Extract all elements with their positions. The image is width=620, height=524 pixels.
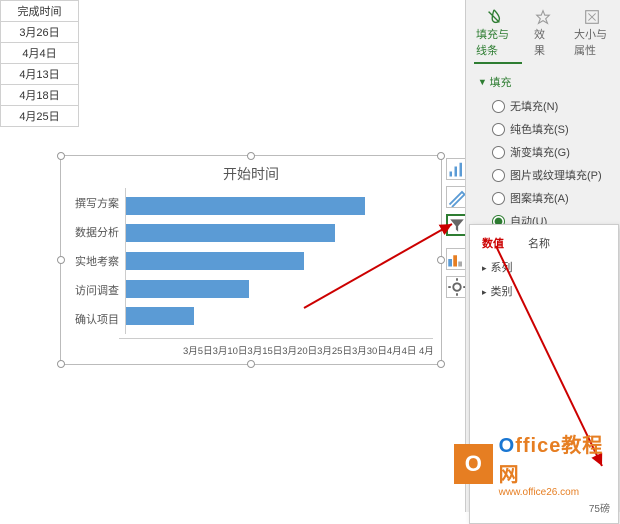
tab-label: 大小与属性 xyxy=(574,26,610,58)
radio-gradient-fill[interactable]: 渐变填充(G) xyxy=(492,144,606,160)
bar[interactable] xyxy=(126,280,249,298)
logo-url: www.office26.com xyxy=(499,487,620,498)
tab-size-prop[interactable]: 大小与属性 xyxy=(574,8,610,58)
radio-no-fill[interactable]: 无填充(N) xyxy=(492,98,606,114)
tab-label: 效果 xyxy=(534,26,552,58)
resize-handle[interactable] xyxy=(437,256,445,264)
popup-tab-value[interactable]: 数值 xyxy=(482,235,504,251)
resize-handle[interactable] xyxy=(247,152,255,160)
bar[interactable] xyxy=(126,252,304,270)
column-header[interactable]: 完成时间 xyxy=(1,1,79,22)
resize-handle[interactable] xyxy=(437,152,445,160)
resize-handle[interactable] xyxy=(57,152,65,160)
logo-badge: O xyxy=(454,444,493,484)
popup-tab-name[interactable]: 名称 xyxy=(528,235,550,251)
chart-plot-area[interactable] xyxy=(125,188,433,334)
radio-picture-fill[interactable]: 图片或纹理填充(P) xyxy=(492,167,606,183)
resize-handle[interactable] xyxy=(437,360,445,368)
resize-handle[interactable] xyxy=(57,360,65,368)
radio-solid-fill[interactable]: 纯色填充(S) xyxy=(492,121,606,137)
cell-row4[interactable]: 4月18日 xyxy=(1,85,79,106)
y-axis-labels: 撰写方案 数据分析 实地考察 访问调查 确认项目 xyxy=(69,188,125,334)
tab-effect[interactable]: 效果 xyxy=(534,8,552,58)
resize-handle[interactable] xyxy=(57,256,65,264)
cell-row3[interactable]: 4月13日 xyxy=(1,64,79,85)
section-fill[interactable]: 填充 xyxy=(480,74,606,90)
popup-series[interactable]: 系列 xyxy=(470,255,618,279)
watermark-logo: O Office教程网 www.office26.com xyxy=(454,429,620,498)
popup-bottom-label: 75磅 xyxy=(589,500,610,515)
resize-handle[interactable] xyxy=(247,360,255,368)
bar[interactable] xyxy=(126,307,194,325)
chart-title[interactable]: 开始时间 xyxy=(61,156,441,188)
popup-category[interactable]: 类别 xyxy=(470,279,618,303)
bar[interactable] xyxy=(126,197,365,215)
tab-fill-line[interactable]: 填充与线条 xyxy=(476,8,512,58)
cell-row1[interactable]: 3月26日 xyxy=(1,22,79,43)
cell-row2[interactable]: 4月4日 xyxy=(1,43,79,64)
cell-row5[interactable]: 4月25日 xyxy=(1,106,79,127)
x-axis-labels: 3月5日3月10日3月15日3月20日3月25日3月30日4月4日 4月9日4月… xyxy=(119,338,433,363)
tab-label: 填充与线条 xyxy=(476,26,512,58)
bar[interactable] xyxy=(126,224,335,242)
chart-object[interactable]: 开始时间 撰写方案 数据分析 实地考察 访问调查 确认项目 3月5日3月10日3… xyxy=(60,155,442,365)
radio-pattern-fill[interactable]: 图案填充(A) xyxy=(492,190,606,206)
